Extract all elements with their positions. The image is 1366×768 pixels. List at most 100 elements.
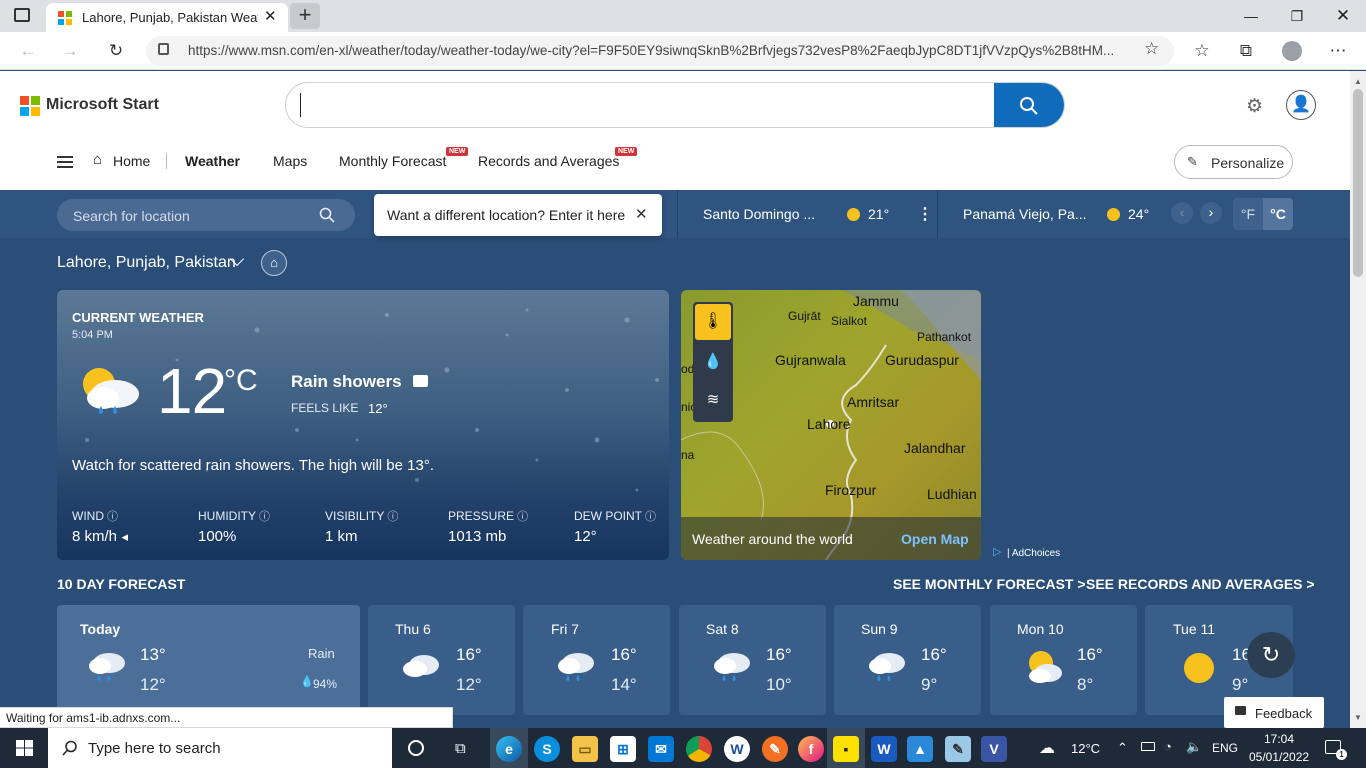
chevron-up-icon[interactable]: ⌃: [1117, 740, 1128, 756]
word-icon[interactable]: W: [871, 736, 897, 762]
clock-date[interactable]: 05/01/2022: [1249, 750, 1309, 764]
photos-icon[interactable]: ▲: [907, 736, 933, 762]
rain-showers-icon: [83, 368, 139, 414]
visio-icon[interactable]: V: [981, 736, 1007, 762]
clock-time[interactable]: 17:04: [1264, 732, 1294, 746]
start-button[interactable]: [0, 728, 48, 768]
fahrenheit-toggle[interactable]: °F: [1233, 198, 1263, 230]
more-options-icon[interactable]: ⋮: [917, 204, 933, 224]
hamburger-menu-icon[interactable]: [57, 156, 73, 168]
scroll-down-arrow[interactable]: ▼: [1354, 713, 1362, 722]
profile-avatar[interactable]: [1282, 41, 1302, 61]
info-icon[interactable]: ⓘ: [256, 511, 270, 523]
collections-icon[interactable]: ⧉: [1230, 36, 1262, 66]
more-icon[interactable]: ⋯: [1322, 36, 1354, 66]
celsius-toggle[interactable]: °C: [1263, 198, 1293, 230]
precipitation-layer-button[interactable]: 💧: [695, 344, 731, 380]
back-icon[interactable]: ←: [12, 36, 44, 66]
info-icon[interactable]: ⓘ: [514, 511, 528, 523]
nav-weather[interactable]: Weather: [185, 153, 240, 169]
close-window-button[interactable]: ✕: [1320, 0, 1366, 32]
microsoft-logo-icon[interactable]: [20, 96, 40, 116]
adchoices-link[interactable]: | AdChoices: [1007, 548, 1060, 559]
nav-monthly-forecast[interactable]: Monthly Forecast: [339, 153, 446, 169]
input-language[interactable]: ENG: [1212, 741, 1238, 755]
address-bar[interactable]: https://www.msn.com/en-xl/weather/today/…: [146, 36, 1174, 66]
favorite-add-icon[interactable]: ☆: [1144, 39, 1159, 59]
wifi-icon[interactable]: ◔: [1164, 739, 1172, 754]
refresh-icon[interactable]: ↻: [100, 36, 132, 66]
forecast-day[interactable]: Sun 9 16° 9°: [834, 605, 981, 715]
forecast-day[interactable]: Thu 6 16° 12°: [368, 605, 515, 715]
temperature-layer-button[interactable]: 🌡: [695, 304, 731, 340]
nav-home[interactable]: Home: [113, 153, 150, 169]
word-pad-icon[interactable]: W: [724, 736, 750, 762]
info-icon[interactable]: ⓘ: [104, 511, 118, 523]
search-button[interactable]: [994, 83, 1064, 127]
taskbar-search-input[interactable]: Type here to search: [88, 740, 221, 757]
chat-icon[interactable]: [413, 375, 428, 387]
edge-icon[interactable]: e: [496, 736, 522, 762]
task-view-icon[interactable]: ⧉: [455, 740, 466, 757]
personalize-button[interactable]: ✎ Personalize: [1174, 145, 1293, 179]
weather-map-card[interactable]: Jammu Gujrāt Sialkot Pathankot Gujranwal…: [681, 290, 981, 560]
paint-icon[interactable]: ✎: [762, 736, 788, 762]
tab-actions-icon[interactable]: [14, 8, 30, 22]
saved-location[interactable]: Santo Domingo ... 21° ⋮: [703, 206, 933, 226]
taskbar-weather-icon[interactable]: ☁: [1039, 738, 1055, 758]
saved-location[interactable]: Panamá Viejo, Pa... 24°: [963, 206, 1163, 226]
taskbar-search-box[interactable]: Type here to search: [48, 728, 392, 768]
forecast-day[interactable]: Mon 10 16° 8°: [990, 605, 1137, 715]
feedback-button[interactable]: Feedback: [1224, 697, 1324, 728]
favorites-icon[interactable]: ☆: [1186, 36, 1218, 66]
chrome-icon[interactable]: [686, 736, 712, 762]
records-averages-link[interactable]: SEE RECORDS AND AVERAGES >: [1086, 576, 1315, 592]
nav-maps[interactable]: Maps: [273, 153, 307, 169]
page-scrollbar[interactable]: ▲ ▼: [1350, 71, 1366, 728]
scroll-left-button[interactable]: ‹: [1171, 202, 1193, 224]
scroll-right-button[interactable]: ›: [1200, 202, 1222, 224]
taskbar-weather-temp[interactable]: 12°C: [1071, 741, 1100, 756]
wind-layer-button[interactable]: ≋: [695, 382, 731, 418]
minimize-button[interactable]: —: [1228, 0, 1274, 32]
forecast-day[interactable]: Sat 8 16° 10°: [679, 605, 826, 715]
settings-icon[interactable]: ⚙: [1246, 95, 1263, 118]
mail-icon[interactable]: ✉: [648, 736, 674, 762]
msn-favicon-icon: [58, 11, 72, 25]
search-icon[interactable]: [319, 207, 335, 223]
search-input[interactable]: [300, 93, 980, 117]
monthly-forecast-link[interactable]: SEE MONTHLY FORECAST >: [893, 576, 1086, 592]
account-icon[interactable]: 👤: [1286, 90, 1316, 120]
forecast-day[interactable]: Fri 7 16° 14°: [523, 605, 670, 715]
location-search-input[interactable]: Search for location: [73, 208, 190, 224]
forward-icon[interactable]: →: [54, 36, 86, 66]
adchoices-icon[interactable]: ▷: [993, 545, 1001, 558]
close-tooltip-icon[interactable]: ✕: [635, 205, 648, 223]
info-icon[interactable]: ⓘ: [384, 511, 398, 523]
notepad-icon[interactable]: ✎: [945, 736, 971, 762]
scroll-up-arrow[interactable]: ▲: [1354, 77, 1362, 86]
open-map-link[interactable]: Open Map: [901, 531, 969, 547]
logo-text[interactable]: Microsoft Start: [46, 96, 159, 114]
info-icon[interactable]: ⓘ: [642, 511, 656, 523]
set-home-location-button[interactable]: ⌂: [261, 250, 287, 276]
file-explorer-icon[interactable]: ▭: [572, 736, 598, 762]
microsoft-store-icon[interactable]: ⊞: [610, 736, 636, 762]
battery-icon[interactable]: [1141, 742, 1155, 751]
sticky-notes-icon[interactable]: ▪: [833, 736, 859, 762]
cortana-icon[interactable]: [408, 740, 424, 756]
search-bar[interactable]: [285, 82, 1065, 128]
location-title[interactable]: Lahore, Punjab, Pakistan: [57, 254, 236, 272]
close-tab-icon[interactable]: ✕: [264, 7, 277, 25]
location-search-box[interactable]: Search for location: [57, 199, 355, 231]
firefox-icon[interactable]: f: [798, 736, 824, 762]
refresh-button[interactable]: ↻: [1247, 632, 1295, 678]
volume-icon[interactable]: 🔈: [1186, 739, 1202, 755]
scroll-thumb[interactable]: [1353, 89, 1363, 277]
nav-records-averages[interactable]: Records and Averages: [478, 153, 619, 169]
browser-tab[interactable]: Lahore, Punjab, Pakistan Weathe ✕: [46, 3, 288, 32]
new-tab-button[interactable]: +: [290, 3, 320, 29]
restore-button[interactable]: ❐: [1274, 0, 1320, 32]
skype-icon[interactable]: S: [534, 736, 560, 762]
forecast-day-today[interactable]: Today 13° 12° Rain 💧 94%: [57, 605, 360, 715]
